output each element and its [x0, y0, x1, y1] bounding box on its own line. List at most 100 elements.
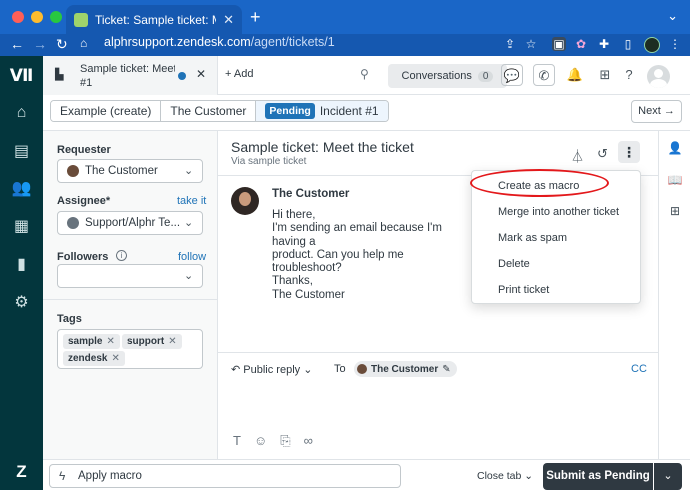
home-icon[interactable]: ⌂ [80, 36, 87, 50]
to-label: To [334, 363, 346, 375]
reply-type-label: Public reply [243, 364, 301, 376]
menu-item-mark-spam[interactable]: Mark as spam [498, 232, 567, 244]
top-header: ▙ Sample ticket: Meet the #1 ✕ + Add ⚲ C… [43, 56, 690, 95]
forward-arrow-icon[interactable]: → [33, 36, 47, 52]
divider [43, 299, 218, 300]
ticket-footer: ϟ Apply macro Close tab ⌄ Submit as Pend… [43, 459, 690, 490]
back-arrow-icon[interactable]: ← [10, 36, 24, 52]
cc-link[interactable]: CC [631, 363, 647, 375]
close-tab-select[interactable]: Close tab ⌄ [477, 470, 533, 482]
close-tab-icon[interactable]: ✕ [196, 67, 206, 81]
ticket-options-button[interactable]: ⋮ [618, 141, 640, 163]
menu-item-delete[interactable]: Delete [498, 258, 530, 270]
follow-link[interactable]: follow [178, 251, 206, 263]
user-profile-icon[interactable]: 👤 [659, 141, 690, 155]
reply-type-select[interactable]: ↶ Public reply ⌄ [231, 363, 312, 376]
followers-label: Followers [57, 251, 109, 263]
tag-chip[interactable]: sample ✕ [63, 334, 120, 349]
organizations-nav-icon[interactable]: ▦ [0, 216, 43, 236]
followers-select[interactable]: ⌄ [57, 264, 203, 288]
info-icon[interactable]: i [116, 250, 127, 261]
chevron-down-icon: ⌄ [184, 165, 194, 177]
emoji-icon[interactable]: ☺ [254, 433, 267, 449]
home-nav-icon[interactable]: ⌂ [0, 104, 43, 122]
chevron-down-icon: ⌄ [300, 364, 313, 376]
address-bar[interactable]: alphrsupport.zendesk.com/agent/tickets/1 [104, 35, 335, 49]
reporting-nav-icon[interactable]: ▮ [0, 254, 43, 274]
zendesk-products-logo-icon[interactable]: Z [0, 462, 43, 482]
conversations-button[interactable]: Conversations 0 [388, 64, 507, 88]
ticket-workspace-tab[interactable]: ▙ Sample ticket: Meet the #1 ✕ [43, 56, 218, 95]
knowledge-book-icon[interactable]: 📖 [659, 173, 690, 187]
ticket-tab-title: Sample ticket: Meet the [80, 63, 175, 75]
customers-nav-icon[interactable]: 👥 [0, 178, 43, 198]
edit-pencil-icon[interactable]: ✎ [442, 364, 450, 375]
comment-author[interactable]: The Customer [272, 188, 349, 200]
ticket-subject[interactable]: Sample ticket: Meet the ticket [231, 139, 414, 155]
submit-button[interactable]: Submit as Pending [543, 463, 653, 490]
share-icon[interactable]: ⇪ [503, 37, 517, 51]
user-avatar[interactable] [647, 65, 670, 88]
extension-screenshot-icon[interactable]: ▣ [552, 37, 566, 51]
apply-macro-button[interactable]: ϟ Apply macro [49, 464, 401, 488]
tag-chip[interactable]: zendesk ✕ [63, 351, 125, 366]
requester-select[interactable]: The Customer ⌄ [57, 159, 203, 183]
browser-tab[interactable]: Ticket: Sample ticket: Meet the ✕ [66, 5, 242, 34]
browser-menu-icon[interactable]: ⋮ [668, 37, 682, 51]
extension-flower-icon[interactable]: ✿ [574, 37, 588, 51]
notifications-bell-icon[interactable]: 🔔 [564, 64, 586, 86]
zendesk-logo-icon[interactable]: Ⅶ [0, 66, 43, 86]
text-format-icon[interactable]: T [233, 433, 241, 449]
close-icon[interactable]: ✕ [223, 12, 234, 28]
bookmark-star-icon[interactable]: ☆ [524, 37, 538, 51]
submit-options-chevron-icon[interactable]: ⌄ [654, 463, 682, 490]
close-window-button[interactable] [12, 11, 24, 23]
requester-avatar [67, 165, 79, 177]
assignee-label: Assignee* [57, 195, 111, 207]
remove-tag-icon[interactable]: ✕ [106, 336, 114, 347]
history-icon[interactable]: ↺ [597, 146, 608, 162]
new-tab-button[interactable]: + [250, 7, 261, 28]
assignee-select[interactable]: Support/Alphr Te... ⌄ [57, 211, 203, 235]
breadcrumb-organization[interactable]: Example (create) [51, 101, 162, 121]
browser-tabstrip: Ticket: Sample ticket: Meet the ✕ + ⌄ [0, 0, 690, 34]
remove-tag-icon[interactable]: ✕ [111, 353, 119, 364]
author-avatar [231, 187, 259, 215]
add-button[interactable]: + Add [225, 68, 253, 80]
tag-label: sample [68, 336, 103, 347]
breadcrumb-requester[interactable]: The Customer [161, 101, 257, 121]
chat-icon[interactable]: 💬 [501, 64, 523, 86]
tags-input[interactable]: sample ✕ support ✕ zendesk ✕ [57, 329, 203, 369]
apps-grid-icon[interactable]: ⊞ [659, 204, 690, 218]
unsaved-dot-icon [178, 72, 186, 80]
remove-tag-icon[interactable]: ✕ [168, 336, 176, 347]
breadcrumb-ticket[interactable]: Pending Incident #1 [256, 101, 388, 121]
take-it-link[interactable]: take it [177, 195, 206, 207]
chevron-down-icon[interactable]: ⌄ [667, 8, 678, 24]
link-icon[interactable]: ∞ [304, 433, 313, 449]
extensions-puzzle-icon[interactable]: ✚ [597, 37, 611, 51]
menu-item-print[interactable]: Print ticket [498, 284, 549, 296]
minimize-window-button[interactable] [31, 11, 43, 23]
browser-profile-avatar[interactable] [644, 37, 660, 53]
reload-icon[interactable]: ↻ [56, 36, 68, 53]
chevron-down-icon: ⌄ [184, 217, 194, 229]
views-nav-icon[interactable]: ▤ [0, 141, 43, 161]
admin-gear-icon[interactable]: ⚙ [0, 292, 43, 312]
phone-icon[interactable]: ✆ [533, 64, 555, 86]
help-icon[interactable]: ? [618, 64, 640, 86]
maximize-window-button[interactable] [50, 11, 62, 23]
tag-chip[interactable]: support ✕ [122, 334, 182, 349]
sidebar-toggle-icon[interactable]: ▯ [621, 37, 635, 51]
search-icon[interactable]: ⚲ [360, 67, 369, 81]
attachment-icon[interactable]: ⎘ [280, 433, 290, 449]
filter-icon[interactable]: ⏃ [571, 146, 584, 165]
next-ticket-button[interactable]: Next → [631, 100, 682, 123]
apps-grid-icon[interactable]: ⊞ [594, 64, 616, 86]
recipient-chip[interactable]: The Customer ✎ [354, 361, 457, 377]
ticket-icon: ▙ [55, 69, 64, 81]
menu-item-merge[interactable]: Merge into another ticket [498, 206, 619, 218]
lightning-icon: ϟ [59, 469, 66, 483]
requester-value: The Customer [85, 165, 158, 177]
next-label: Next [638, 105, 661, 117]
